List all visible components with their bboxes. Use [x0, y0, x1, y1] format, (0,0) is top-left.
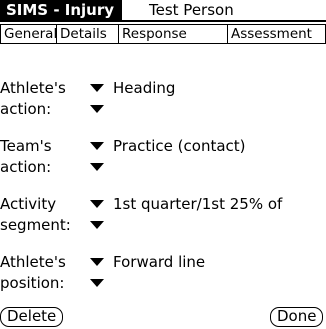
team-action-popup-trigger[interactable]: Practice (contact) [90, 136, 246, 157]
dropdown-arrow-icon [90, 141, 104, 150]
athlete-action-popup-trigger[interactable]: Heading [90, 78, 175, 99]
team-action-value: Practice (contact) [113, 137, 246, 155]
field-label: Athlete's position: [0, 252, 90, 294]
app-title[interactable]: SIMS - Injury [0, 0, 123, 20]
tab-response[interactable]: Response [118, 24, 228, 44]
athlete-position-value: Forward line [113, 253, 206, 271]
athlete-position-popup-trigger[interactable]: Forward line [90, 252, 205, 273]
label-line: Activity [0, 195, 57, 213]
label-line: Athlete's [0, 79, 66, 97]
activity-segment-popup-trigger-2[interactable] [90, 215, 113, 236]
title-bar: SIMS - Injury Test Person [0, 0, 326, 22]
done-button[interactable]: Done [270, 307, 324, 327]
dropdown-arrow-icon [90, 162, 104, 171]
dropdown-arrow-icon [90, 257, 104, 266]
label-line: segment: [0, 216, 71, 234]
athlete-action-popup-trigger-2[interactable] [90, 99, 113, 120]
dropdown-arrow-icon [90, 104, 104, 113]
field-label: Athlete's action: [0, 78, 90, 120]
label-line: action: [0, 158, 52, 176]
dropdown-arrow-icon [90, 278, 104, 287]
record-title: Test Person [149, 1, 234, 19]
field-label: Team's action: [0, 136, 90, 178]
athlete-position-popup-trigger-2[interactable] [90, 273, 113, 294]
tab-general[interactable]: General [0, 24, 57, 44]
field-label: Activity segment: [0, 194, 90, 236]
athlete-action-value: Heading [113, 79, 176, 97]
tab-assessment[interactable]: Assessment [227, 24, 326, 44]
team-action-popup-trigger-2[interactable] [90, 157, 113, 178]
dropdown-arrow-icon [90, 199, 104, 208]
label-line: Athlete's [0, 253, 66, 271]
label-line: action: [0, 100, 52, 118]
delete-button[interactable]: Delete [0, 307, 64, 327]
activity-segment-popup-trigger[interactable]: 1st quarter/1st 25% of [90, 194, 282, 215]
dropdown-arrow-icon [90, 83, 104, 92]
activity-segment-value: 1st quarter/1st 25% of [113, 195, 283, 213]
dropdown-arrow-icon [90, 220, 104, 229]
tab-bar: General Details Response Assessment [0, 24, 326, 46]
label-line: Team's [0, 137, 52, 155]
label-line: position: [0, 274, 65, 292]
tab-details[interactable]: Details [56, 24, 119, 44]
